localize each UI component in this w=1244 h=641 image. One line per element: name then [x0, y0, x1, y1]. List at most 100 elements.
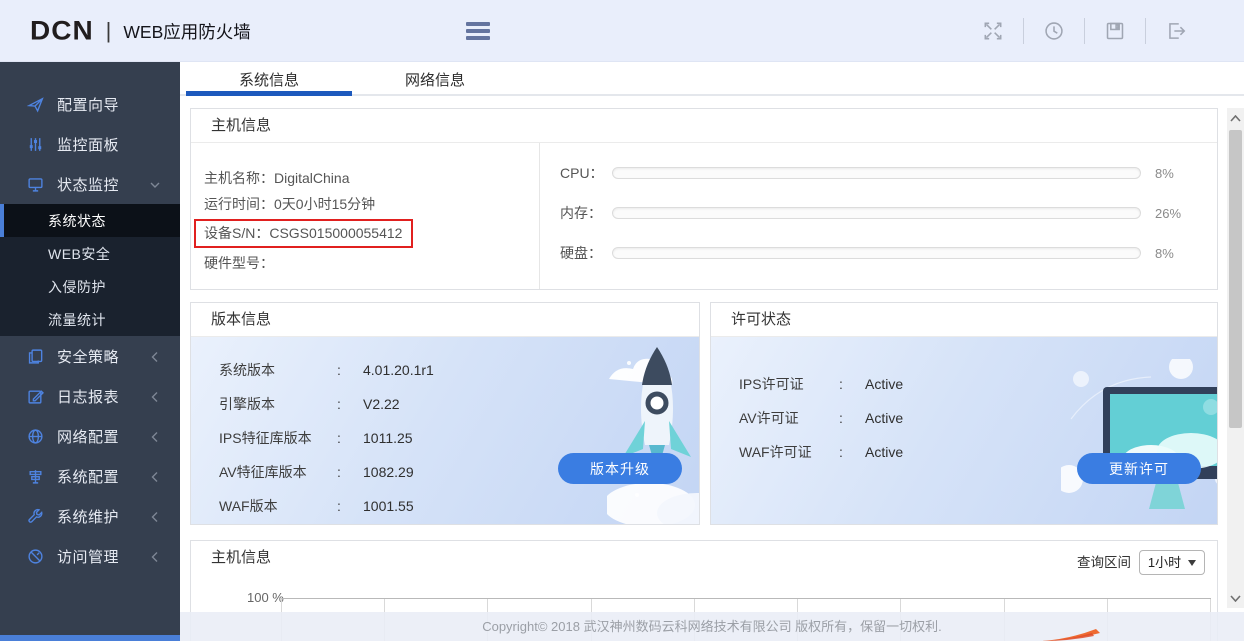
- sidebar-item-intrusion-prevention[interactable]: 入侵防护: [0, 270, 180, 303]
- interval-selected-value: 1小时: [1148, 546, 1181, 579]
- chevron-left-icon: [150, 350, 160, 362]
- update-license-button[interactable]: 更新许可: [1077, 453, 1201, 484]
- panel-title: 主机信息: [211, 549, 271, 566]
- version-rows: 系统版本:4.01.20.1r1 引擎版本:V2.22 IPS特征库版本:101…: [191, 337, 699, 523]
- sidebar-item-security-policy[interactable]: 安全策略: [0, 336, 180, 376]
- version-info-panel: 版本信息 系统版本:4: [190, 302, 700, 525]
- signpost-icon: [27, 468, 44, 485]
- uptime-row: 运行时间：0天0小时15分钟: [204, 191, 539, 217]
- sidebar-item-label: 系统维护: [57, 506, 119, 527]
- sidebar-item-config-wizard[interactable]: 配置向导: [0, 84, 180, 124]
- memory-percent: 26%: [1155, 206, 1193, 221]
- waf-version-row: WAF版本:1001.55: [219, 489, 699, 523]
- interval-dropdown[interactable]: 1小时: [1139, 550, 1205, 575]
- serial-number-row: 设备S/N：CSGS015000055412: [204, 219, 539, 248]
- chevron-down-icon: [150, 178, 160, 190]
- resource-meters: CPU： 8% 内存： 26% 硬盘： 8%: [539, 143, 1217, 289]
- chevron-left-icon: [150, 430, 160, 442]
- orange-swoosh-decoration: [1042, 628, 1100, 641]
- sidebar-nav: 配置向导 监控面板 状态监控 系统状态 WEB安全 入侵防护: [0, 62, 180, 641]
- query-interval-label: 查询区间: [1077, 546, 1131, 579]
- sidebar-accent-bar: [0, 635, 180, 641]
- menu-toggle-icon[interactable]: [466, 22, 490, 40]
- scroll-down-arrow[interactable]: [1227, 590, 1244, 606]
- sidebar-item-label: 访问管理: [57, 546, 119, 567]
- disk-meter: 硬盘： 8%: [560, 243, 1193, 263]
- disk-percent: 8%: [1155, 246, 1193, 261]
- app-title: WEB应用防火墙: [123, 19, 250, 44]
- memory-meter-track: [612, 207, 1141, 219]
- sidebar-item-traffic-stats[interactable]: 流量统计: [0, 303, 180, 336]
- edit-icon: [27, 388, 44, 405]
- sidebar-item-network-config[interactable]: 网络配置: [0, 416, 180, 456]
- cpu-percent: 8%: [1155, 166, 1193, 181]
- paper-plane-icon: [27, 96, 44, 113]
- engine-version-row: 引擎版本:V2.22: [219, 387, 699, 421]
- dcn-logo: DCN: [30, 16, 94, 46]
- sidebar-item-log-report[interactable]: 日志报表: [0, 376, 180, 416]
- header-action-icons: [963, 0, 1206, 62]
- ips-license-row: IPS许可证:Active: [739, 367, 1217, 401]
- host-info-panel: 主机信息 主机名称：DigitalChina 运行时间：0天0小时15分钟 设备…: [190, 108, 1218, 290]
- host-name-row: 主机名称：DigitalChina: [204, 165, 539, 191]
- sidebar-item-label: 网络配置: [57, 426, 119, 447]
- sidebar-item-web-security[interactable]: WEB安全: [0, 237, 180, 270]
- sidebar-item-label: 监控面板: [57, 134, 119, 155]
- documents-icon: [27, 348, 44, 365]
- version-upgrade-button[interactable]: 版本升级: [558, 453, 682, 484]
- logout-icon[interactable]: [1165, 20, 1187, 42]
- scrollbar-thumb[interactable]: [1229, 130, 1242, 428]
- sidebar-item-system-config[interactable]: 系统配置: [0, 456, 180, 496]
- sidebar-item-system-status[interactable]: 系统状态: [0, 204, 180, 237]
- cpu-meter-track: [612, 167, 1141, 179]
- active-tab-underline: [186, 91, 352, 96]
- monitor-icon: [27, 176, 44, 193]
- license-status-panel: 许可状态: [710, 302, 1218, 525]
- hardware-model-row: 硬件型号：: [204, 250, 539, 276]
- ips-signature-version-row: IPS特征库版本:1011.25: [219, 421, 699, 455]
- sidebar-item-label: 系统配置: [57, 466, 119, 487]
- waf-app-window: DCN | WEB应用防火墙: [0, 0, 1244, 641]
- sliders-icon: [27, 136, 44, 153]
- disk-meter-track: [612, 247, 1141, 259]
- av-license-row: AV许可证:Active: [739, 401, 1217, 435]
- vertical-scrollbar: [1227, 108, 1244, 608]
- sidebar-item-access-mgmt[interactable]: 访问管理: [0, 536, 180, 576]
- panel-title: 版本信息: [191, 303, 699, 337]
- y-axis-top-tick: 100 %: [247, 590, 284, 605]
- panel-title: 主机信息: [191, 109, 1217, 143]
- header-divider: [1084, 18, 1085, 44]
- sidebar-item-monitor-panel[interactable]: 监控面板: [0, 124, 180, 164]
- page-footer: Copyright© 2018 武汉神州数码云科网络技术有限公司 版权所有，保留…: [180, 612, 1244, 641]
- tab-network-info[interactable]: 网络信息: [352, 62, 518, 96]
- logo-separator: |: [106, 18, 112, 44]
- sidebar-item-system-maintain[interactable]: 系统维护: [0, 496, 180, 536]
- scroll-up-arrow[interactable]: [1227, 110, 1244, 126]
- sidebar-item-label: 安全策略: [57, 346, 119, 367]
- sidebar-item-status-monitor[interactable]: 状态监控: [0, 164, 180, 204]
- header-divider: [1145, 18, 1146, 44]
- globe-icon: [27, 428, 44, 445]
- panel-title: 许可状态: [711, 303, 1217, 337]
- clock-icon[interactable]: [1043, 20, 1065, 42]
- fullscreen-icon[interactable]: [982, 20, 1004, 42]
- sidebar-item-label: 日志报表: [57, 386, 119, 407]
- chevron-left-icon: [150, 510, 160, 522]
- memory-meter: 内存： 26%: [560, 203, 1193, 223]
- wrench-icon: [27, 508, 44, 525]
- brand-area: DCN | WEB应用防火墙: [30, 0, 251, 62]
- chevron-left-icon: [150, 550, 160, 562]
- blocked-globe-icon: [27, 548, 44, 565]
- app-header: DCN | WEB应用防火墙: [0, 0, 1244, 62]
- main-content: 系统信息 网络信息 主机信息 主机名称：DigitalChina 运行时间：0天…: [180, 62, 1244, 641]
- license-rows: IPS许可证:Active AV许可证:Active WAF许可证:Active: [711, 337, 1217, 469]
- header-divider: [1023, 18, 1024, 44]
- tab-bar: 系统信息 网络信息: [180, 62, 1244, 96]
- chevron-left-icon: [150, 470, 160, 482]
- cpu-meter: CPU： 8%: [560, 163, 1193, 183]
- host-fields: 主机名称：DigitalChina 运行时间：0天0小时15分钟 设备S/N：C…: [191, 143, 539, 289]
- serial-number-highlight-box: 设备S/N：CSGS015000055412: [194, 219, 413, 248]
- chevron-left-icon: [150, 390, 160, 402]
- save-icon[interactable]: [1104, 20, 1126, 42]
- sidebar-item-label: 配置向导: [57, 94, 119, 115]
